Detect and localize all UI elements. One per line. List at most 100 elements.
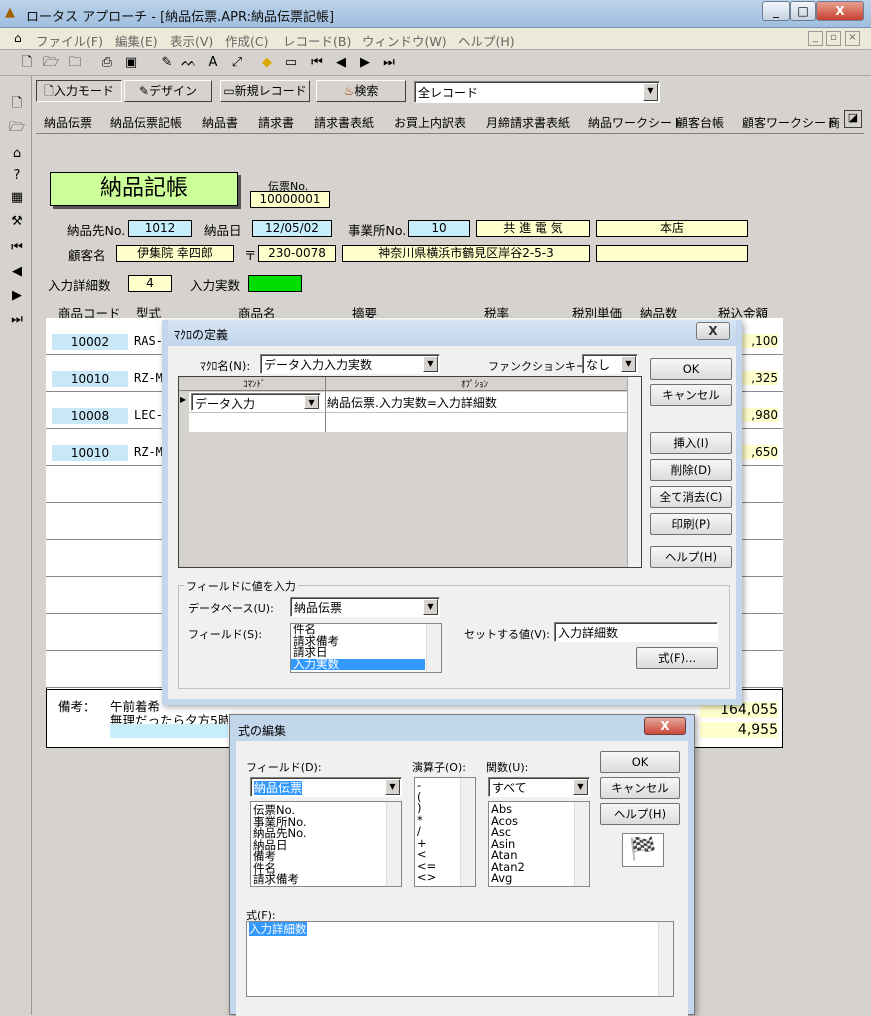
actual-count-field[interactable] bbox=[248, 275, 302, 292]
home-icon[interactable]: ⌂ bbox=[6, 144, 28, 164]
open-folder-icon[interactable]: 🗁 bbox=[40, 52, 62, 74]
prev-record-icon[interactable]: ◀ bbox=[330, 52, 352, 74]
mdi-minimize-button[interactable]: _ bbox=[808, 31, 823, 46]
postal-field[interactable]: 230-0078 bbox=[258, 245, 336, 262]
print-button[interactable]: 印刷(P) bbox=[650, 513, 732, 535]
command-select[interactable]: データ入力 ▼ bbox=[191, 393, 321, 411]
last-icon[interactable]: ⏭ bbox=[6, 310, 28, 330]
form-icon[interactable]: ▭ bbox=[280, 52, 302, 74]
tab-nouhin-worksheet[interactable]: 納品ワークシート bbox=[588, 114, 684, 131]
prev-icon[interactable]: ◀ bbox=[6, 262, 28, 282]
address-field[interactable]: 神奈川県横浜市鶴見区岸谷2-5-3 bbox=[342, 245, 590, 262]
dest-no-field[interactable]: 1012 bbox=[128, 220, 192, 237]
row-model[interactable]: RAS- bbox=[134, 334, 163, 348]
customer-field[interactable]: 伊集院 幸四郎 bbox=[116, 245, 234, 262]
db-select[interactable]: 納品伝票 ▼ bbox=[290, 597, 440, 617]
fkey-select[interactable]: なし ▼ bbox=[582, 354, 638, 374]
formula-close-button[interactable]: X bbox=[644, 717, 686, 735]
first-record-icon[interactable]: ⏮ bbox=[306, 52, 328, 74]
row-code[interactable]: 10002 bbox=[52, 334, 128, 350]
tab-more[interactable]: 商 bbox=[828, 114, 840, 131]
formula-db-select[interactable]: 納品伝票 ▼ bbox=[250, 777, 402, 797]
input-icon[interactable]: 🗋 bbox=[6, 94, 28, 114]
row-model[interactable]: LEC- bbox=[134, 408, 163, 422]
next-icon[interactable]: ▶ bbox=[6, 286, 28, 306]
option-cell[interactable]: 納品伝票.入力実数=入力詳細数 bbox=[327, 394, 497, 411]
last-record-icon[interactable]: ⏭ bbox=[378, 52, 400, 74]
next-record-icon[interactable]: ▶ bbox=[354, 52, 376, 74]
formula-textarea[interactable]: 入力詳細数 bbox=[246, 921, 674, 997]
function-list[interactable]: Abs Acos Asc Asin Atan Atan2 Avg bbox=[488, 801, 590, 887]
detail-count-field[interactable]: 4 bbox=[128, 275, 172, 292]
slip-no-field[interactable]: 10000001 bbox=[250, 191, 330, 208]
spell-icon[interactable]: ᨓ bbox=[178, 52, 200, 74]
row-code[interactable]: 10010 bbox=[52, 371, 128, 387]
branch-field[interactable]: 本店 bbox=[596, 220, 748, 237]
menu-edit[interactable]: 編集(E) bbox=[115, 31, 158, 50]
formula-field-scrollbar[interactable] bbox=[386, 802, 401, 886]
list-item[interactable]: 請求備考 bbox=[251, 873, 401, 886]
db-icon[interactable]: ▦ bbox=[6, 188, 28, 208]
text-icon[interactable]: A bbox=[202, 52, 224, 74]
menu-create[interactable]: 作成(C) bbox=[225, 31, 268, 50]
input-mode-button[interactable]: 🗋入力モード bbox=[36, 80, 122, 102]
mdi-close-button[interactable]: × bbox=[845, 31, 860, 46]
row-model[interactable]: RZ-M bbox=[134, 445, 163, 459]
tool-icon[interactable]: ⚒ bbox=[6, 212, 28, 232]
macro-close-button[interactable]: X bbox=[696, 322, 730, 340]
field-list-scrollbar[interactable] bbox=[426, 624, 441, 672]
set-value-input[interactable]: 入力詳細数 bbox=[554, 622, 718, 642]
tab-kokyaku-daicho[interactable]: 顧客台帳 bbox=[676, 114, 724, 131]
tab-seikyusho[interactable]: 請求書 bbox=[258, 114, 294, 131]
tab-nouhinsho[interactable]: 納品書 bbox=[202, 114, 238, 131]
row-amount[interactable]: ,100 bbox=[740, 334, 778, 348]
design-icon[interactable]: 🗁 bbox=[6, 118, 28, 138]
formula-scrollbar[interactable] bbox=[658, 922, 673, 996]
first-icon[interactable]: ⏮ bbox=[6, 238, 28, 258]
design-button[interactable]: ✎デザイン bbox=[124, 80, 212, 102]
new-record-button[interactable]: ▭新規レコード bbox=[220, 80, 310, 102]
tab-nouhin-denpyo[interactable]: 納品伝票 bbox=[44, 114, 92, 131]
tab-seikyusho-hyoshi[interactable]: 請求書表紙 bbox=[314, 114, 374, 131]
company-field[interactable]: 共 進 電 気 bbox=[476, 220, 590, 237]
function-filter-select[interactable]: すべて ▼ bbox=[488, 777, 590, 797]
minimize-button[interactable]: _ bbox=[762, 1, 790, 21]
function-scrollbar[interactable] bbox=[574, 802, 589, 886]
draw-icon[interactable]: ⤢ bbox=[226, 52, 248, 74]
formula-field-list[interactable]: 伝票No. 事業所No. 納品先No. 納品日 備考 件名 請求備考 bbox=[250, 801, 402, 887]
record-filter-select[interactable]: 全レコード ▼ bbox=[414, 81, 660, 103]
menu-record[interactable]: レコード(B) bbox=[283, 31, 351, 50]
print-icon[interactable]: ⎙ bbox=[96, 52, 118, 74]
macro-help-button[interactable]: ヘルプ(H) bbox=[650, 546, 732, 568]
tab-nouhin-denpyo-kicho[interactable]: 納品伝票記帳 bbox=[110, 114, 182, 131]
macro-ok-button[interactable]: OK bbox=[650, 358, 732, 380]
operator-list[interactable]: - ( ) * / + < <= <> bbox=[414, 777, 476, 887]
pen-icon[interactable]: ✎ bbox=[156, 52, 178, 74]
address2-field[interactable] bbox=[596, 245, 748, 262]
tab-tsukijime[interactable]: 月締請求書表紙 bbox=[486, 114, 570, 131]
insert-button[interactable]: 挿入(I) bbox=[650, 432, 732, 454]
macro-cancel-button[interactable]: キャンセル bbox=[650, 384, 732, 406]
tab-scroll-icon[interactable]: ◪ bbox=[844, 110, 862, 128]
operator-scrollbar[interactable] bbox=[460, 778, 475, 886]
menu-file[interactable]: ファイル(F) bbox=[36, 31, 103, 50]
close-button[interactable]: X bbox=[816, 1, 864, 21]
mdi-restore-button[interactable]: ▫ bbox=[826, 31, 841, 46]
macro-name-select[interactable]: データ入力入力実数 ▼ bbox=[260, 354, 440, 374]
maximize-button[interactable]: □ bbox=[790, 1, 816, 21]
search-button[interactable]: ♨検索 bbox=[316, 80, 406, 102]
office-no-field[interactable]: 10 bbox=[408, 220, 470, 237]
date-field[interactable]: 12/05/02 bbox=[252, 220, 332, 237]
tab-kokyaku-worksheet[interactable]: 顧客ワークシート bbox=[742, 114, 838, 131]
preview-icon[interactable]: ▣ bbox=[120, 52, 142, 74]
clear-all-button[interactable]: 全て消去(C) bbox=[650, 486, 732, 508]
row-amount[interactable]: ,650 bbox=[740, 445, 778, 459]
row-code[interactable]: 10010 bbox=[52, 445, 128, 461]
menu-help[interactable]: ヘルプ(H) bbox=[458, 31, 515, 50]
field-list[interactable]: 件名 請求備考 請求日 入力実数 bbox=[290, 623, 442, 673]
grid-scrollbar[interactable] bbox=[627, 377, 641, 567]
menu-window[interactable]: ウィンドウ(W) bbox=[362, 31, 447, 50]
tab-okaiage[interactable]: お買上内訳表 bbox=[394, 114, 466, 131]
checkered-flag-icon[interactable]: 🏁 bbox=[622, 833, 664, 867]
macro-icon[interactable]: ◆ bbox=[256, 52, 278, 74]
